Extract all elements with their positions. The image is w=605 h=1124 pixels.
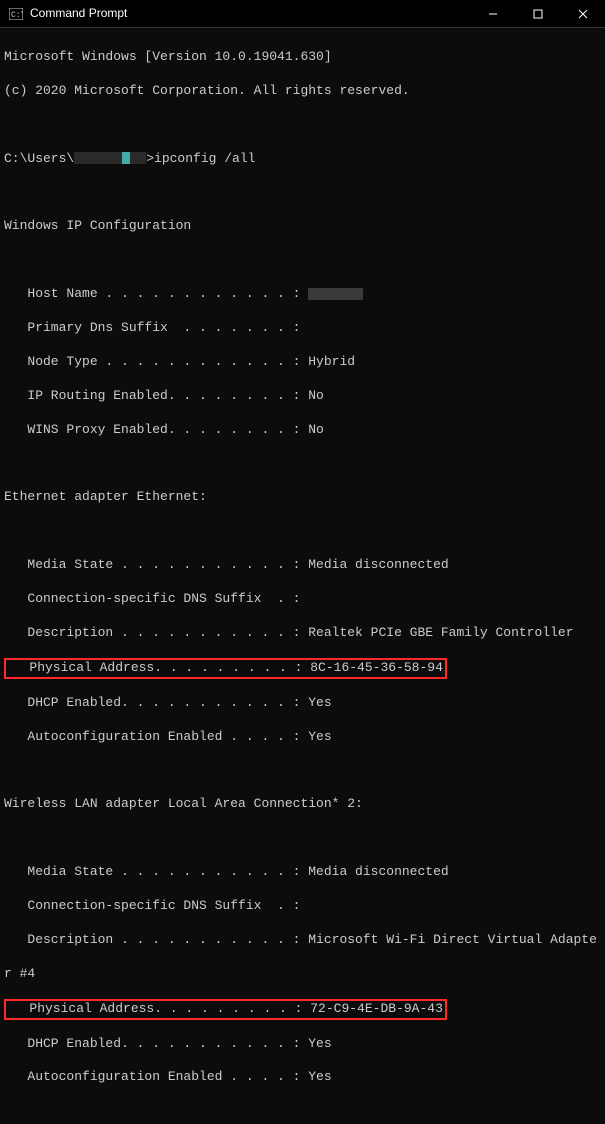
eth-conn-suffix: Connection-specific DNS Suffix . : <box>4 591 601 608</box>
eth-media-state: Media State . . . . . . . . . . . : Medi… <box>4 557 601 574</box>
eth-dhcp: DHCP Enabled. . . . . . . . . . . : Yes <box>4 695 601 712</box>
svg-text:C:\: C:\ <box>11 11 23 20</box>
wlan2-dhcp: DHCP Enabled. . . . . . . . . . . : Yes <box>4 1036 601 1053</box>
eth-autoconf: Autoconfiguration Enabled . . . . : Yes <box>4 729 601 746</box>
wlan2-autoconf: Autoconfiguration Enabled . . . . : Yes <box>4 1069 601 1086</box>
highlight-box-eth-mac: Physical Address. . . . . . . . . : 8C-1… <box>4 658 447 679</box>
minimize-button[interactable] <box>470 0 515 28</box>
close-button[interactable] <box>560 0 605 28</box>
wlan2-media-state: Media State . . . . . . . . . . . : Medi… <box>4 864 601 881</box>
redacted-hostname <box>308 288 363 300</box>
redacted-username <box>74 152 146 164</box>
maximize-button[interactable] <box>515 0 560 28</box>
ethernet-header: Ethernet adapter Ethernet: <box>4 489 601 506</box>
version-line: Microsoft Windows [Version 10.0.19041.63… <box>4 49 601 66</box>
terminal-output[interactable]: Microsoft Windows [Version 10.0.19041.63… <box>0 28 605 1124</box>
ip-routing-line: IP Routing Enabled. . . . . . . . : No <box>4 388 601 405</box>
node-type-line: Node Type . . . . . . . . . . . . : Hybr… <box>4 354 601 371</box>
wlan2-physical-address: Physical Address. . . . . . . . . : 72-C… <box>6 1001 443 1016</box>
hostname-label: Host Name . . . . . . . . . . . . : <box>4 286 308 301</box>
prompt-line: C:\Users\ >ipconfig /all <box>4 151 601 168</box>
prompt-path-prefix: C:\Users\ <box>4 151 74 166</box>
window-title: Command Prompt <box>30 6 470 22</box>
wlan2-physical-address-row: Physical Address. . . . . . . . . : 72-C… <box>4 1000 601 1019</box>
wlan2-header: Wireless LAN adapter Local Area Connecti… <box>4 796 601 813</box>
highlight-box-wlan2-mac: Physical Address. . . . . . . . . : 72-C… <box>4 999 447 1020</box>
eth-description: Description . . . . . . . . . . . : Real… <box>4 625 601 642</box>
window-controls <box>470 0 605 28</box>
prompt-command: >ipconfig /all <box>146 151 255 166</box>
wlan2-conn-suffix: Connection-specific DNS Suffix . : <box>4 898 601 915</box>
dns-suffix-line: Primary Dns Suffix . . . . . . . : <box>4 320 601 337</box>
window-titlebar: C:\ Command Prompt <box>0 0 605 28</box>
wins-proxy-line: WINS Proxy Enabled. . . . . . . . : No <box>4 422 601 439</box>
cmd-icon: C:\ <box>8 6 24 22</box>
wlan2-description: Description . . . . . . . . . . . : Micr… <box>4 932 601 949</box>
wlan2-description-wrap: r #4 <box>4 966 601 983</box>
eth-physical-address: Physical Address. . . . . . . . . : 8C-1… <box>6 660 443 675</box>
eth-physical-address-row: Physical Address. . . . . . . . . : 8C-1… <box>4 659 601 678</box>
copyright-line: (c) 2020 Microsoft Corporation. All righ… <box>4 83 601 100</box>
ipconfig-title: Windows IP Configuration <box>4 218 601 235</box>
hostname-line: Host Name . . . . . . . . . . . . : <box>4 286 601 303</box>
